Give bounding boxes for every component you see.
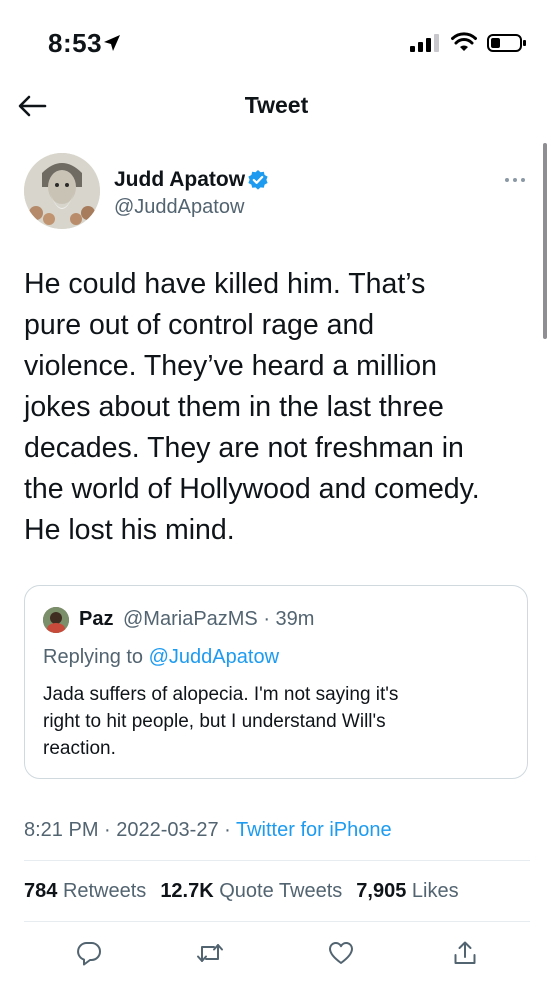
retweets-count: 784 bbox=[24, 880, 58, 902]
replying-to-label: Replying to bbox=[43, 646, 144, 668]
divider bbox=[24, 860, 530, 861]
quote-tweets-count: 12.7K bbox=[160, 880, 214, 902]
quoted-avatar-image bbox=[43, 607, 69, 633]
quote-tweets-label: Quote Tweets bbox=[219, 880, 343, 902]
tweet-date: 2022-03-27 bbox=[116, 819, 219, 841]
retweets-stat[interactable]: 784 Retweets bbox=[24, 880, 146, 902]
location-arrow-icon bbox=[104, 35, 120, 51]
author-avatar[interactable] bbox=[24, 153, 100, 229]
avatar-image bbox=[24, 153, 100, 229]
scrollbar[interactable] bbox=[543, 143, 547, 339]
tweet-action-bar bbox=[0, 930, 553, 974]
quote-tweets-stat[interactable]: 12.7K Quote Tweets bbox=[160, 880, 342, 902]
meta-separator: · bbox=[104, 819, 117, 841]
cellular-signal-icon bbox=[410, 34, 439, 52]
tweet-time: 8:21 PM bbox=[24, 819, 99, 841]
status-bar: 8:53 bbox=[0, 0, 553, 88]
likes-label: Likes bbox=[411, 880, 459, 902]
quoted-author-avatar bbox=[43, 607, 69, 633]
tweet-meta: 8:21 PM · 2022-03-27 · Twitter for iPhon… bbox=[24, 819, 392, 842]
quoted-replying-to: Replying to @JuddApatow bbox=[43, 646, 279, 669]
more-horizontal-icon[interactable] bbox=[500, 168, 530, 192]
page-title: Tweet bbox=[244, 92, 309, 118]
status-time: 8:53 bbox=[48, 28, 103, 58]
author-name[interactable]: Judd Apatow bbox=[114, 168, 245, 192]
share-icon bbox=[454, 941, 476, 964]
share-button[interactable] bbox=[448, 936, 482, 970]
retweet-button[interactable] bbox=[193, 936, 227, 970]
quoted-handle-time: @MariaPazMS · 39m bbox=[123, 608, 315, 630]
quoted-tweet-card[interactable]: Paz @MariaPazMS · 39m Replying to @JuddA… bbox=[24, 585, 528, 779]
quoted-author-name: Paz bbox=[79, 608, 114, 630]
meta-separator: · bbox=[224, 819, 236, 841]
divider bbox=[24, 921, 530, 922]
quoted-tweet-text: Jada suffers of alopecia. I'm not saying… bbox=[43, 684, 399, 759]
tweet-text: He could have killed him. That’s pure ou… bbox=[24, 268, 480, 546]
likes-stat[interactable]: 7,905 Likes bbox=[356, 880, 458, 902]
heart-icon bbox=[328, 942, 354, 964]
retweets-label: Retweets bbox=[62, 880, 147, 902]
reply-icon bbox=[77, 942, 101, 966]
replying-to-mention-link[interactable]: @JuddApatow bbox=[149, 646, 279, 668]
wifi-icon bbox=[451, 32, 477, 51]
likes-count: 7,905 bbox=[356, 880, 407, 902]
author-handle[interactable]: @JuddApatow bbox=[114, 196, 244, 219]
nav-header: Tweet bbox=[0, 88, 553, 126]
verified-badge-icon bbox=[248, 170, 268, 190]
tweet-source-link[interactable]: Twitter for iPhone bbox=[236, 819, 392, 841]
tweet-stats: 784 Retweets 12.7K Quote Tweets 7,905 Like… bbox=[24, 880, 473, 903]
battery-icon bbox=[487, 34, 526, 52]
reply-button[interactable] bbox=[72, 936, 106, 970]
retweet-icon bbox=[197, 944, 223, 962]
like-button[interactable] bbox=[324, 936, 358, 970]
